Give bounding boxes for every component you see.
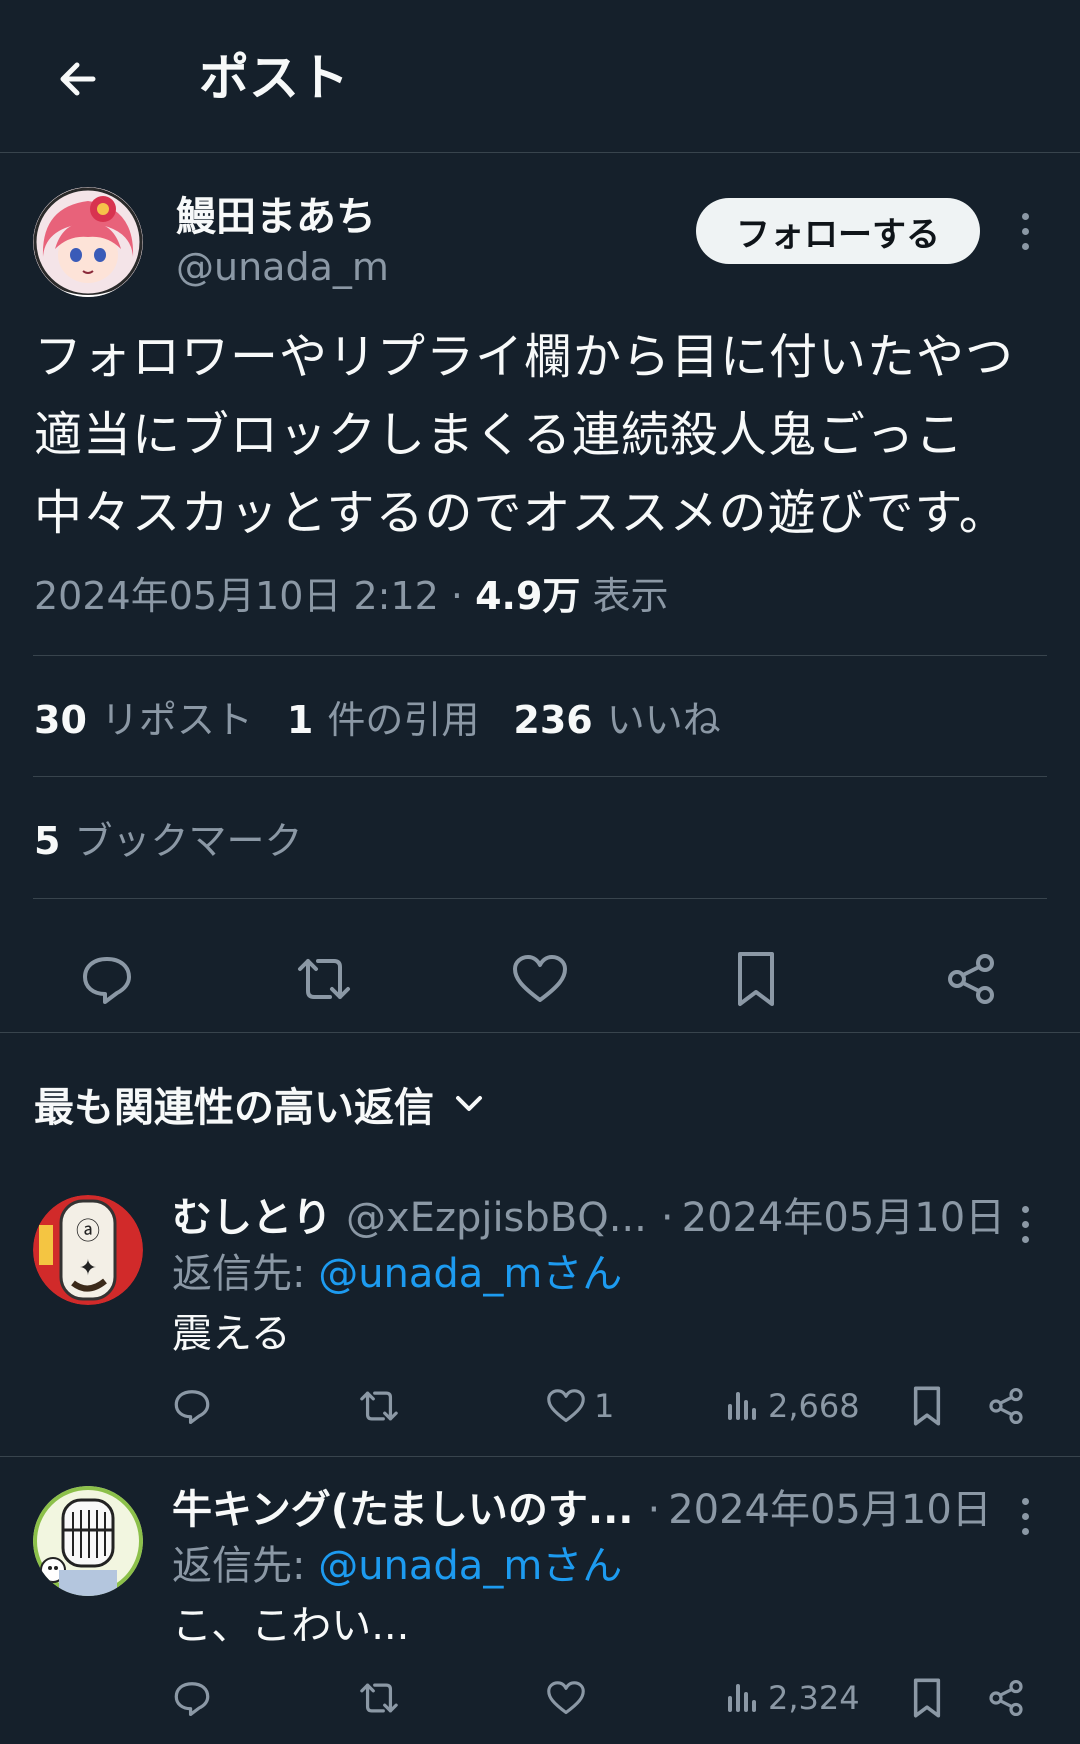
svg-text:✦: ✦	[79, 1256, 97, 1281]
bookmarks-stat[interactable]: 5 ブックマーク	[34, 811, 302, 871]
bar-chart-icon	[728, 1684, 756, 1712]
post-action-bar	[0, 922, 1080, 1032]
reply-views-button[interactable]: 2,668	[724, 1376, 860, 1436]
reply-avatar[interactable]: ⓐ ✦	[33, 1195, 143, 1305]
reply-to-mention[interactable]: @unada_mさん	[318, 1543, 622, 1589]
reply-to-label: 返信先:	[172, 1251, 319, 1297]
reply-text: こ、こわい...	[172, 1603, 410, 1649]
views-count: 4.9万	[475, 574, 581, 618]
repost-icon	[360, 1391, 398, 1421]
page-title: ポスト	[199, 49, 349, 107]
top-app-bar: ポスト	[0, 0, 1080, 153]
speech-bubble-icon	[174, 1390, 210, 1425]
reply-separator: ·	[647, 1487, 661, 1533]
divider	[33, 898, 1047, 899]
post-meta: 2024年05月10日 2:12 · 4.9万 表示	[34, 568, 669, 624]
reply-to-line: 返信先: @unada_mさん	[172, 1538, 622, 1594]
reply-views-count: 2,324	[768, 1679, 860, 1717]
bookmark-icon	[738, 952, 774, 1006]
author-handle[interactable]: @unada_m	[176, 242, 389, 292]
share-icon	[989, 1679, 1023, 1717]
likes-stat[interactable]: 236 いいね	[513, 690, 720, 750]
divider	[0, 1456, 1080, 1457]
bookmark-icon	[913, 1386, 941, 1426]
divider	[33, 655, 1047, 656]
bookmark-icon	[913, 1678, 941, 1718]
reposts-stat[interactable]: 30 リポスト	[34, 690, 253, 750]
more-vertical-icon	[1021, 1497, 1029, 1505]
heart-icon	[547, 1389, 585, 1423]
reply-repost-button[interactable]	[356, 1376, 402, 1436]
reply-share-button[interactable]	[986, 1668, 1026, 1728]
reply-date[interactable]: 2024年05月10日	[682, 1190, 1006, 1246]
follow-button[interactable]: フォローする	[696, 198, 980, 264]
post-stats: 30 リポスト 1 件の引用 236 いいね	[34, 690, 721, 750]
reply-reply-button[interactable]	[172, 1668, 212, 1728]
reply-action-bar: 1 2,668	[0, 1376, 1080, 1436]
svg-text:ⓐ: ⓐ	[76, 1217, 100, 1245]
like-button[interactable]	[505, 944, 575, 1014]
reply-action-bar: 2,324	[0, 1668, 1080, 1728]
reply-to-line: 返信先: @unada_mさん	[172, 1246, 622, 1302]
reply-avatar[interactable]	[33, 1486, 143, 1596]
reply-views-count: 2,668	[768, 1387, 860, 1425]
reply-author-handle[interactable]: @xEzpjisbBQ...	[346, 1190, 647, 1246]
chevron-down-icon	[456, 1096, 482, 1111]
reply-header: むしとり @xEzpjisbBQ... · 2024年05月10日	[172, 1190, 1005, 1246]
more-options-button[interactable]	[1005, 201, 1045, 261]
reply-separator: ·	[660, 1195, 674, 1241]
reply-item[interactable]: ⓐ ✦ むしとり @xEzpjisbBQ... · 2024年05月10日 返信…	[0, 1178, 1080, 1456]
more-vertical-icon	[1021, 212, 1029, 220]
repost-button[interactable]	[289, 944, 359, 1014]
speech-bubble-icon	[83, 957, 131, 1004]
share-button[interactable]	[936, 944, 1006, 1014]
reply-author-name[interactable]: 牛キング(たましいのす...	[172, 1482, 633, 1538]
replies-sort-selector[interactable]: 最も関連性の高い返信	[34, 1074, 486, 1134]
meta-separator: ·	[450, 574, 464, 618]
reply-author-name[interactable]: むしとり	[172, 1190, 332, 1246]
reply-to-mention[interactable]: @unada_mさん	[318, 1251, 622, 1297]
reply-like-button[interactable]: 1	[546, 1376, 614, 1436]
reply-item[interactable]: 牛キング(たましいのす... · 2024年05月10日 返信先: @unada…	[0, 1470, 1080, 1744]
reply-like-count: 1	[594, 1387, 615, 1425]
bar-chart-icon	[728, 1392, 756, 1420]
author-avatar[interactable]	[33, 187, 143, 297]
section-divider	[0, 1032, 1080, 1033]
author-name[interactable]: 鰻田まあち	[176, 191, 376, 243]
reply-like-button[interactable]	[546, 1668, 594, 1728]
divider	[33, 776, 1047, 777]
share-icon	[948, 954, 994, 1004]
repost-icon	[360, 1683, 398, 1713]
replies-sort-label: 最も関連性の高い返信	[34, 1085, 434, 1131]
quotes-stat[interactable]: 1 件の引用	[287, 690, 479, 750]
post-datetime[interactable]: 2024年05月10日 2:12	[34, 574, 439, 618]
share-icon	[989, 1387, 1023, 1425]
reply-to-label: 返信先:	[172, 1543, 319, 1589]
reply-header: 牛キング(たましいのす... · 2024年05月10日	[172, 1482, 992, 1538]
bookmark-button[interactable]	[721, 944, 791, 1014]
heart-icon	[513, 955, 567, 1002]
reply-share-button[interactable]	[986, 1376, 1026, 1436]
reply-repost-button[interactable]	[356, 1668, 402, 1728]
views-label: 表示	[592, 574, 669, 618]
reply-bookmark-button[interactable]	[910, 1668, 944, 1728]
back-button[interactable]	[48, 50, 106, 108]
heart-icon	[547, 1681, 585, 1715]
arrow-left-icon	[60, 62, 96, 96]
reply-bookmark-button[interactable]	[910, 1376, 944, 1436]
post-author: 鰻田まあち @unada_m フォローする	[0, 153, 1080, 303]
repost-icon	[298, 959, 350, 999]
reply-more-button[interactable]	[1005, 1194, 1045, 1254]
post-text: フォロワーやリプライ欄から目に付いたやつ適当にブロックしまくる連続殺人鬼ごっこ中…	[34, 329, 1015, 541]
more-vertical-icon	[1021, 1205, 1029, 1213]
reply-views-button[interactable]: 2,324	[724, 1668, 860, 1728]
speech-bubble-icon	[174, 1682, 210, 1717]
reply-text: 震える	[172, 1311, 291, 1357]
reply-more-button[interactable]	[1005, 1486, 1045, 1546]
reply-button[interactable]	[72, 944, 142, 1014]
reply-reply-button[interactable]	[172, 1376, 212, 1436]
reply-date[interactable]: 2024年05月10日	[668, 1482, 992, 1538]
